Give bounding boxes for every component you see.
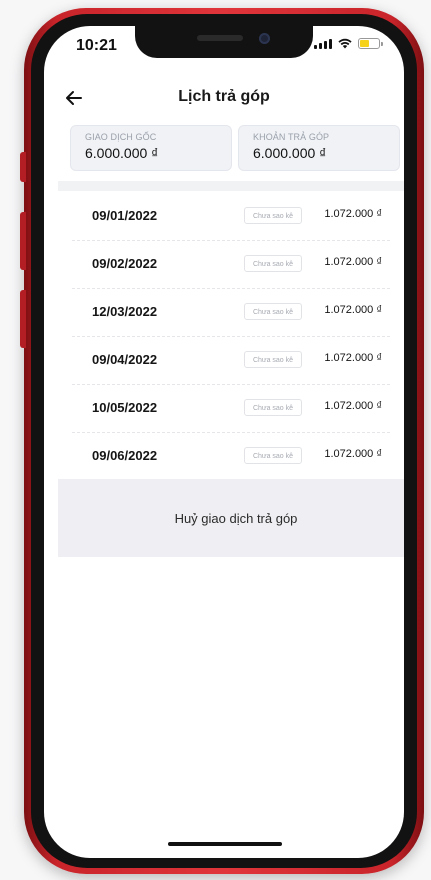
schedule-row: 09/01/2022 Chưa sao kê 1.072.000 ₫ — [72, 193, 390, 241]
speaker-grille — [197, 35, 243, 41]
status-time: 10:21 — [76, 37, 117, 54]
installment-date: 09/04/2022 — [92, 352, 158, 367]
statement-status-badge: Chưa sao kê — [244, 207, 302, 224]
installment-amount: 1.072.000 ₫ — [324, 448, 382, 460]
battery-icon — [358, 38, 383, 49]
installment-schedule-list: 09/01/2022 Chưa sao kê 1.072.000 ₫ 09/02… — [58, 193, 404, 480]
original-transaction-label: GIAO DỊCH GỐC — [85, 132, 157, 142]
installment-date: 09/06/2022 — [92, 448, 158, 463]
cellular-signal-icon — [314, 39, 332, 49]
battery-level — [360, 40, 369, 47]
cancel-installment-label: Huỷ giao dịch trả góp — [174, 510, 298, 526]
section-divider — [58, 181, 404, 191]
installment-amount: 1.072.000 ₫ — [324, 256, 382, 268]
installment-amount-value: 6.000.000 ₫ — [253, 145, 327, 161]
schedule-row: 10/05/2022 Chưa sao kê 1.072.000 ₫ — [72, 385, 390, 433]
phone-screen: 10:21 Lịch trả góp GIAO DỊCH GỐC 6.000.0… — [44, 26, 404, 858]
statement-status-badge: Chưa sao kê — [244, 303, 302, 320]
statement-status-badge: Chưa sao kê — [244, 351, 302, 368]
installment-amount: 1.072.000 ₫ — [324, 352, 382, 364]
screen-header: Lịch trả góp — [44, 82, 404, 114]
schedule-row: 09/02/2022 Chưa sao kê 1.072.000 ₫ — [72, 241, 390, 289]
home-indicator[interactable] — [168, 842, 282, 846]
installment-amount-card: KHOẢN TRẢ GÓP 6.000.000 ₫ — [238, 125, 400, 171]
original-transaction-card: GIAO DỊCH GỐC 6.000.000 ₫ — [70, 125, 232, 171]
installment-date: 12/03/2022 — [92, 304, 158, 319]
schedule-row: 09/04/2022 Chưa sao kê 1.072.000 ₫ — [72, 337, 390, 385]
installment-amount: 1.072.000 ₫ — [324, 304, 382, 316]
installment-amount: 1.072.000 ₫ — [324, 208, 382, 220]
page-title: Lịch trả góp — [178, 88, 270, 105]
notch — [135, 26, 313, 58]
volume-up-button — [20, 212, 26, 270]
summary-cards: GIAO DỊCH GỐC 6.000.000 ₫ KHOẢN TRẢ GÓP … — [70, 125, 400, 171]
status-icons — [314, 38, 383, 49]
statement-status-badge: Chưa sao kê — [244, 447, 302, 464]
installment-date: 09/01/2022 — [92, 208, 158, 223]
cancel-installment-button[interactable]: Huỷ giao dịch trả góp — [58, 479, 404, 557]
schedule-row: 12/03/2022 Chưa sao kê 1.072.000 ₫ — [72, 289, 390, 337]
installment-amount: 1.072.000 ₫ — [324, 400, 382, 412]
installment-date: 09/02/2022 — [92, 256, 158, 271]
mute-switch — [20, 152, 26, 182]
original-transaction-value: 6.000.000 ₫ — [85, 145, 159, 161]
front-camera — [259, 33, 270, 44]
installment-amount-label: KHOẢN TRẢ GÓP — [253, 132, 330, 142]
schedule-row: 09/06/2022 Chưa sao kê 1.072.000 ₫ — [72, 433, 390, 480]
volume-down-button — [20, 290, 26, 348]
statement-status-badge: Chưa sao kê — [244, 399, 302, 416]
installment-date: 10/05/2022 — [92, 400, 158, 415]
statement-status-badge: Chưa sao kê — [244, 255, 302, 272]
app-stage: 10:21 Lịch trả góp GIAO DỊCH GỐC 6.000.0… — [0, 0, 431, 880]
wifi-icon — [338, 38, 352, 49]
